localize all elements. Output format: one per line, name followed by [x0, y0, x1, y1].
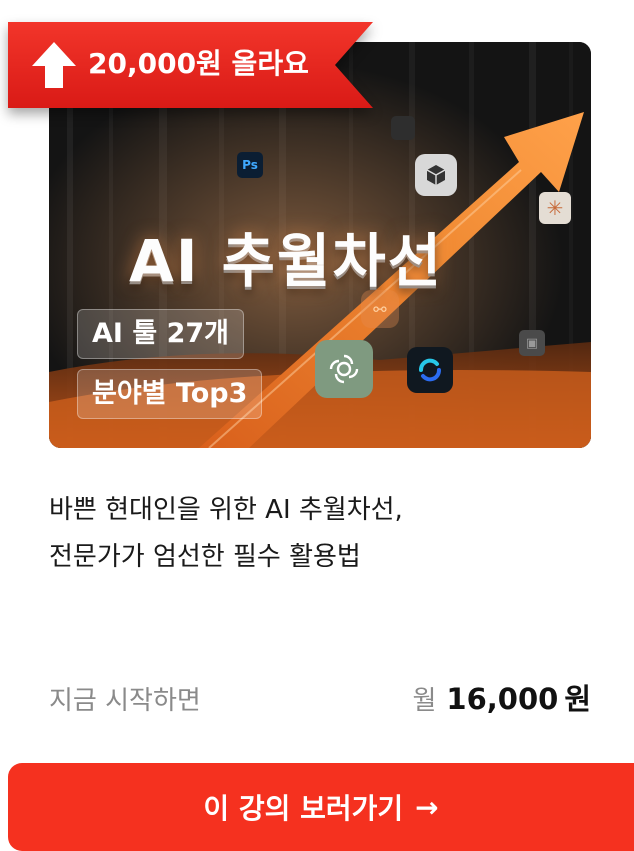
square-icon: [391, 116, 415, 140]
tag-ai-tools-count: AI 툴 27개: [77, 309, 244, 359]
box-icon: ▣: [519, 330, 545, 356]
view-course-button[interactable]: 이 강의 보러가기 →: [8, 763, 634, 851]
course-description: 바쁜 현대인을 위한 AI 추월차선, 전문가가 엄선한 필수 활용법: [49, 487, 589, 581]
up-arrow-icon: [30, 40, 78, 90]
tag-top3-by-field: 분야별 Top3: [77, 369, 263, 419]
photoshop-icon: Ps: [237, 152, 263, 178]
cube-icon: [415, 154, 457, 196]
price-amount: 16,000: [446, 682, 559, 716]
badge-text: 20,000원 올라요: [88, 47, 309, 80]
description-line-2: 전문가가 엄선한 필수 활용법: [49, 542, 361, 572]
view-course-label: 이 강의 보러가기: [203, 792, 404, 825]
asterisk-icon: ✳: [539, 192, 571, 224]
price-currency: 원: [564, 682, 591, 716]
monthly-price: 월 16,000 원: [412, 676, 591, 718]
chatgpt-icon: [315, 340, 373, 398]
thumbnail-title: AI 추월차선: [129, 227, 444, 295]
arrow-right-icon: →: [415, 790, 439, 824]
price-increase-badge: 20,000원 올라요: [8, 22, 373, 108]
description-line-1: 바쁜 현대인을 위한 AI 추월차선,: [49, 495, 403, 525]
course-card[interactable]: AI 추월차선 AI 툴 27개 분야별 Top3 Ps ✳ ⚯ ▣ 20,00…: [0, 0, 634, 851]
loop-icon: [407, 347, 453, 393]
start-now-label: 지금 시작하면: [49, 686, 201, 716]
price-row: 지금 시작하면 월 16,000 원: [49, 672, 591, 722]
flow-icon: ⚯: [361, 290, 399, 328]
price-period: 월: [412, 686, 437, 716]
